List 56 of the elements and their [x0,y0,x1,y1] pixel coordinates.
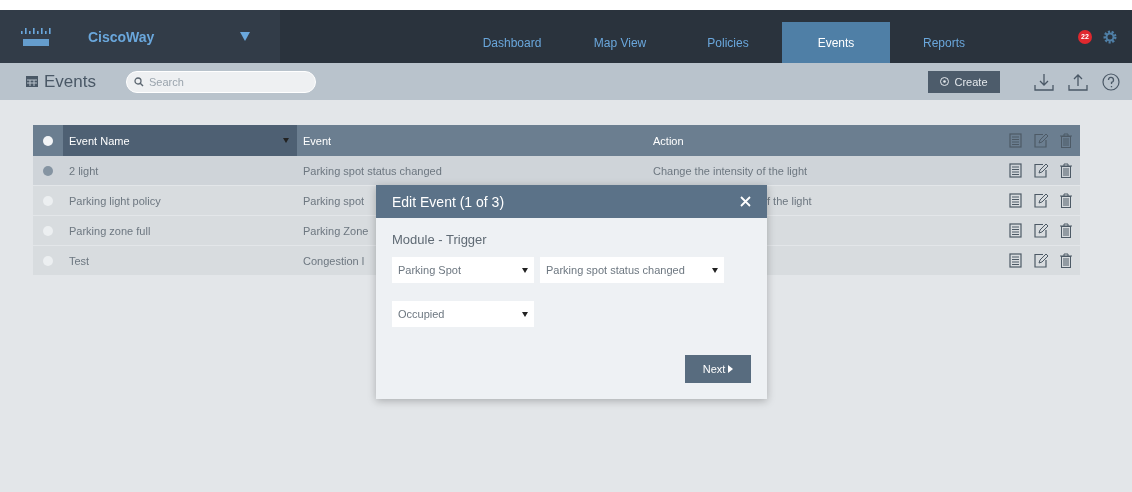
table-cell: Parking spot [303,194,365,207]
table-cell: 2 light [69,164,99,177]
edit-icon[interactable] [1034,253,1048,268]
sort-icon [283,138,289,143]
edit-icon[interactable] [1034,163,1048,178]
document-icon[interactable] [1009,163,1022,178]
brand-name: CiscoWay [88,28,155,45]
nav-tab[interactable]: Policies [674,22,782,63]
edit-icon[interactable] [1034,193,1048,208]
play-icon [728,365,734,373]
download-icon[interactable] [1034,72,1054,91]
column-header: Action [652,134,685,147]
table-cell: Change the intensity of the light [653,164,808,177]
module-select[interactable]: Parking Spot [392,257,534,283]
row-radio[interactable] [43,165,53,176]
trash-icon[interactable] [1060,193,1072,208]
table-cell: Parking spot status changed [303,164,442,177]
create-button[interactable]: Create [928,70,1000,93]
table-cell: Test [69,254,90,267]
column-header[interactable]: Event Name [63,125,297,156]
plus-circle-icon [940,77,950,86]
nav-tab[interactable]: Events [782,22,890,63]
table-cell: Parking light policy [69,194,161,207]
upload-icon[interactable] [1068,72,1088,91]
trigger-select[interactable]: Parking spot status changed [540,257,724,283]
page-title: Events [44,71,96,92]
search-field[interactable]: Search [126,70,316,93]
select-all-radio[interactable] [43,135,53,146]
table-cell: f the light [767,194,812,207]
trash-icon[interactable] [1060,163,1072,178]
edit-icon[interactable] [1034,223,1048,238]
section-label: Module - Trigger [392,232,488,247]
settings-icon[interactable] [1102,28,1118,45]
document-icon[interactable] [1009,193,1022,208]
column-header: Event [302,134,333,147]
nav-tab[interactable]: Map View [566,22,674,63]
help-icon[interactable] [1102,72,1120,91]
caret-icon [712,267,718,273]
nav-tab[interactable]: Dashboard [458,22,566,63]
search-icon [134,76,144,87]
table-cell: Congestion l [303,254,365,267]
close-button[interactable] [740,196,751,207]
document-icon[interactable] [1009,223,1022,238]
dialog-title: Edit Event (1 of 3) [392,193,505,210]
trash-icon[interactable] [1060,223,1072,238]
caret-icon [522,311,528,317]
table-cell: Parking zone full [69,224,151,237]
nav-tab[interactable]: Reports [890,22,998,63]
next-button[interactable]: Next [685,355,751,383]
document-icon[interactable] [1009,253,1022,268]
calendar-icon [26,76,38,87]
caret-icon [522,267,528,273]
dropdown-icon[interactable] [240,32,251,41]
state-select[interactable]: Occupied [392,301,534,327]
table-cell: Parking Zone [303,224,369,237]
trash-icon[interactable] [1060,253,1072,268]
